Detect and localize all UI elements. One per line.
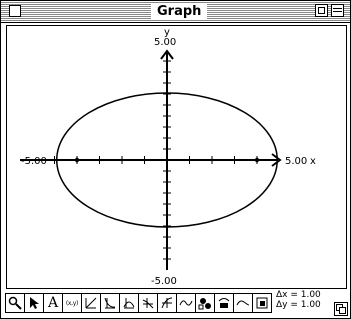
x-max-label: 5.00: [285, 156, 307, 167]
wave-tool-icon[interactable]: [177, 293, 196, 313]
zoom-icon[interactable]: [5, 293, 25, 313]
x-min-label: -5.00: [21, 156, 47, 167]
arc-tool-icon[interactable]: [234, 293, 253, 313]
collapse-box[interactable]: [331, 4, 344, 17]
zoom-box[interactable]: [315, 4, 328, 17]
title-bar[interactable]: Graph: [1, 1, 350, 23]
delta-x: Δx = 1.00: [276, 290, 321, 300]
fill-tool-icon[interactable]: [196, 293, 215, 313]
graph-window: Graph y 5.00 -5.00 -5.00 5.00 x A (x,y) …: [0, 0, 351, 319]
focus-marker: [254, 157, 260, 163]
fill-tool-2-icon[interactable]: [215, 293, 234, 313]
graph-canvas[interactable]: y 5.00 -5.00 -5.00 5.00 x: [6, 25, 347, 289]
curve-tool-2-icon[interactable]: [120, 293, 139, 313]
coordinate-xy-icon[interactable]: (x,y): [63, 293, 82, 313]
window-tool-icon[interactable]: [253, 293, 272, 313]
close-box[interactable]: [9, 5, 21, 17]
window-title: Graph: [151, 3, 208, 20]
text-tool-label: A: [47, 295, 59, 311]
y-min-label: -5.00: [151, 276, 177, 287]
graph-plot: y 5.00 -5.00 -5.00 5.00 x: [20, 27, 316, 287]
y-max-label: 5.00: [154, 37, 176, 48]
line-tool-icon[interactable]: [82, 293, 101, 313]
curve-tool-4-icon[interactable]: [158, 293, 177, 313]
tool-palette: A (x,y): [5, 293, 272, 313]
curve-tool-1-icon[interactable]: [101, 293, 120, 313]
focus-marker: [74, 157, 80, 163]
delta-y: Δy = 1.00: [276, 300, 321, 310]
resize-grip-icon[interactable]: [334, 302, 348, 316]
delta-readout: Δx = 1.00 Δy = 1.00: [276, 290, 321, 310]
text-tool-icon[interactable]: A: [44, 293, 63, 313]
curve-tool-3-icon[interactable]: [139, 293, 158, 313]
x-axis-label: x: [310, 156, 316, 167]
coord-tool-label: (x,y): [65, 299, 79, 307]
arrow-pointer-icon[interactable]: [25, 293, 44, 313]
